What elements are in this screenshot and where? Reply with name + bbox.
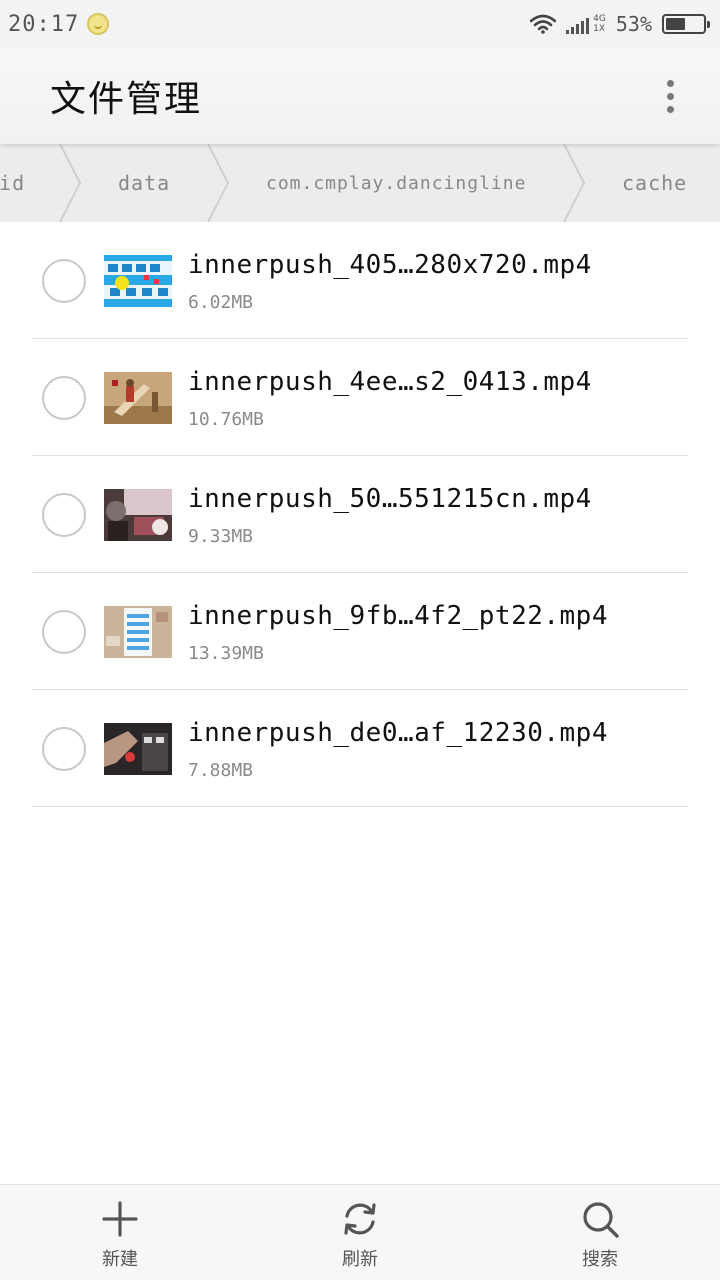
- status-left: 20:17: [8, 11, 110, 37]
- breadcrumb-item-android[interactable]: oid: [0, 144, 25, 222]
- hand-phone-thumbnail: [104, 722, 172, 775]
- file-name: innerpush_50…551215cn.mp4: [188, 484, 592, 514]
- phone-screen-thumbnail: [104, 605, 172, 658]
- signal-bars-top: [566, 18, 590, 34]
- select-radio[interactable]: [42, 258, 86, 303]
- plus-icon: [102, 1201, 138, 1237]
- search-icon: [583, 1202, 619, 1238]
- battery-fill: [666, 18, 686, 30]
- file-size: 13.39MB: [188, 643, 264, 664]
- app-bar: 文件管理: [0, 48, 720, 144]
- file-size: 10.76MB: [188, 409, 264, 430]
- breadcrumb[interactable]: oid data com.cmplay.dancingline cache: [0, 144, 720, 222]
- breadcrumb-item-data[interactable]: data: [118, 144, 170, 222]
- select-radio[interactable]: [42, 375, 86, 420]
- search-button[interactable]: 搜索: [480, 1185, 720, 1280]
- select-radio[interactable]: [42, 492, 86, 537]
- breadcrumb-separator-icon: [59, 144, 82, 222]
- search-button-label: 搜索: [582, 1249, 618, 1270]
- network-type-top: 4G: [593, 14, 606, 24]
- file-size: 6.02MB: [188, 292, 254, 313]
- app-notification-icon: [87, 13, 110, 35]
- file-name: innerpush_405…280x720.mp4: [188, 250, 592, 280]
- file-name: innerpush_9fb…4f2_pt22.mp4: [188, 601, 608, 631]
- file-name: innerpush_de0…af_12230.mp4: [188, 718, 608, 748]
- page-title: 文件管理: [50, 79, 203, 120]
- file-size: 9.33MB: [188, 526, 254, 547]
- breadcrumb-label: oid: [0, 171, 26, 195]
- breadcrumb-label: data: [118, 171, 171, 195]
- network-type-bottom: 1X: [593, 24, 606, 34]
- file-size: 7.88MB: [188, 760, 254, 781]
- refresh-button-label: 刷新: [342, 1249, 378, 1270]
- breadcrumb-separator-icon: [207, 144, 230, 222]
- status-bar: 20:17 4G 1X 53%: [0, 0, 720, 48]
- network-type-label: 4G 1X: [593, 14, 606, 34]
- file-row[interactable]: innerpush_4ee…s2_0413.mp4 10.76MB: [0, 339, 720, 456]
- new-button-label: 新建: [102, 1249, 138, 1270]
- row-divider: [32, 806, 688, 807]
- file-row[interactable]: innerpush_9fb…4f2_pt22.mp4 13.39MB: [0, 573, 720, 690]
- figure-scene-thumbnail: [104, 371, 172, 424]
- cellular-signal-icon: 4G 1X: [566, 14, 606, 34]
- file-row[interactable]: innerpush_405…280x720.mp4 6.02MB: [0, 222, 720, 339]
- file-row[interactable]: innerpush_50…551215cn.mp4 9.33MB: [0, 456, 720, 573]
- file-row[interactable]: innerpush_de0…af_12230.mp4 7.88MB: [0, 690, 720, 807]
- select-radio[interactable]: [42, 609, 86, 654]
- breadcrumb-label: com.cmplay.dancingline: [266, 172, 527, 194]
- status-time: 20:17: [8, 11, 80, 37]
- breadcrumb-item-package[interactable]: com.cmplay.dancingline: [266, 144, 526, 222]
- select-radio[interactable]: [42, 726, 86, 771]
- refresh-icon: [344, 1203, 376, 1235]
- breadcrumb-separator-icon: [563, 144, 586, 222]
- status-right: 4G 1X 53%: [530, 12, 710, 36]
- bottom-toolbar: 新建 刷新 搜索: [0, 1184, 720, 1280]
- file-list: innerpush_405…280x720.mp4 6.02MB innerpu…: [0, 222, 720, 807]
- battery-percent: 53%: [615, 12, 652, 36]
- dark-scene-thumbnail: [104, 488, 172, 541]
- new-button[interactable]: 新建: [0, 1185, 240, 1280]
- file-name: innerpush_4ee…s2_0413.mp4: [188, 367, 592, 397]
- refresh-button[interactable]: 刷新: [240, 1185, 480, 1280]
- breadcrumb-label: cache: [622, 171, 688, 195]
- breadcrumb-item-cache[interactable]: cache: [622, 144, 687, 222]
- more-vertical-icon[interactable]: [660, 79, 680, 113]
- captain-dash-thumbnail: [104, 254, 172, 307]
- wifi-icon: [530, 14, 557, 34]
- battery-icon: [662, 14, 710, 34]
